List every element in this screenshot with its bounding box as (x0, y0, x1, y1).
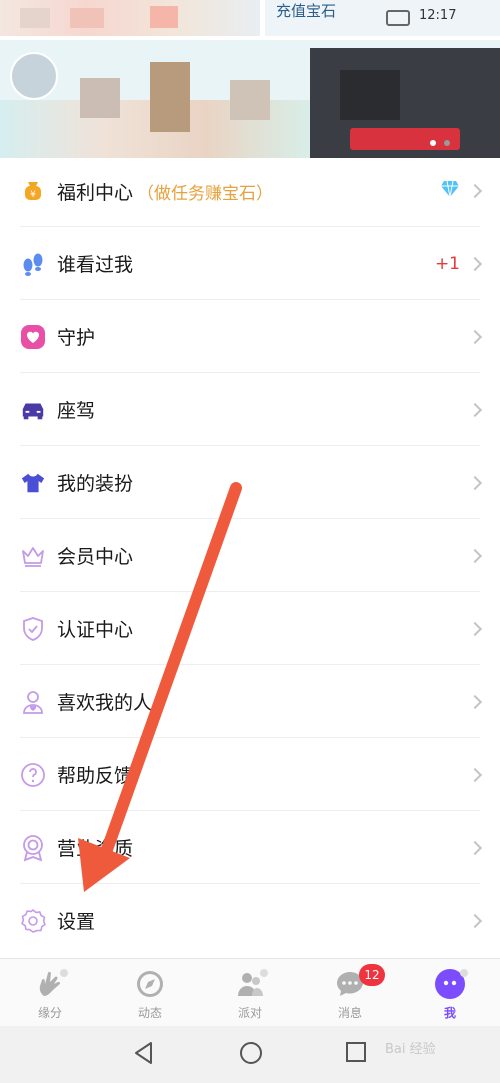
recharge-gem-text[interactable]: 充值宝石 (276, 0, 336, 21)
avatar[interactable] (10, 52, 58, 100)
menu-label: 设置 (57, 911, 96, 933)
chevron-right-icon (467, 402, 483, 417)
chevron-right-icon (467, 913, 483, 928)
unread-dot (60, 969, 68, 977)
pixel-block (20, 8, 50, 28)
chevron-right-icon (467, 548, 483, 563)
carousel-dot-active (430, 140, 436, 146)
menu-label: 帮助反馈 (57, 765, 134, 787)
recents-button[interactable] (344, 1040, 368, 1068)
pixel-block (80, 78, 120, 118)
gift-bag-icon: ¥ (20, 178, 46, 204)
menu-list: ¥ 福利中心 （做任务赚宝石） 谁看过我 +1 守护 座驾 我的装扮 会员中心 … (0, 155, 500, 957)
chevron-right-icon (467, 694, 483, 709)
menu-sublabel: （做任务赚宝石） (137, 183, 274, 204)
menu-label: 福利中心 （做任务赚宝石） (57, 181, 274, 204)
home-button[interactable] (238, 1040, 264, 1070)
shield-check-icon (20, 616, 46, 642)
pixel-block (150, 6, 178, 28)
svg-text:¥: ¥ (30, 190, 36, 200)
compass-icon (133, 967, 167, 1001)
footprints-icon (20, 251, 46, 277)
menu-label: 营业资质 (57, 838, 134, 860)
status-time: 12:17 (419, 8, 457, 23)
menu-item-settings[interactable]: 设置 (0, 884, 500, 957)
bottom-tab-bar: 缘分 动态 派对 12 消息 我 (0, 958, 500, 1026)
top-header: 充值宝石 12:17 (0, 0, 500, 40)
menu-item-my-outfit[interactable]: 我的装扮 (0, 446, 500, 519)
new-visitor-count: +1 (434, 253, 460, 274)
menu-label: 守护 (57, 327, 96, 349)
chevron-right-icon (467, 767, 483, 782)
menu-item-vip-center[interactable]: 会员中心 (0, 519, 500, 592)
tab-label: 我 (443, 1006, 456, 1020)
tab-messages[interactable]: 12 消息 (300, 959, 400, 1026)
menu-label: 会员中心 (57, 546, 134, 568)
pixel-block (150, 62, 190, 132)
tab-label: 缘分 (37, 1006, 62, 1020)
chevron-right-icon (467, 329, 483, 344)
pixel-block (340, 70, 400, 120)
pixel-block (70, 8, 104, 28)
tab-party[interactable]: 派对 (200, 959, 300, 1026)
question-icon (20, 762, 46, 788)
award-icon (20, 834, 46, 861)
menu-label: 我的装扮 (57, 473, 134, 495)
watermark: Bai 经验 (385, 1042, 436, 1057)
banner-red-block (350, 128, 460, 150)
tshirt-icon (20, 470, 46, 496)
carousel-dot (444, 140, 450, 146)
chevron-right-icon (467, 840, 483, 855)
menu-label: 谁看过我 (57, 254, 134, 276)
menu-item-who-viewed-me[interactable]: 谁看过我 +1 (0, 227, 500, 300)
person-heart-icon (20, 689, 46, 715)
battery-icon (386, 10, 410, 26)
menu-item-help-feedback[interactable]: 帮助反馈 (0, 738, 500, 811)
pixel-block (230, 80, 270, 120)
menu-item-welfare-center[interactable]: ¥ 福利中心 （做任务赚宝石） (0, 155, 500, 227)
tab-label: 动态 (137, 1006, 162, 1020)
heart-icon (20, 324, 46, 350)
tab-label: 派对 (237, 1006, 262, 1020)
unread-dot (460, 969, 468, 977)
car-icon (20, 397, 46, 423)
menu-item-business-license[interactable]: 营业资质 (0, 811, 500, 884)
menu-label: 认证中心 (57, 619, 134, 641)
chevron-right-icon (467, 256, 483, 271)
menu-item-vehicle[interactable]: 座驾 (0, 373, 500, 446)
menu-label: 喜欢我的人 (57, 692, 153, 714)
back-button[interactable] (132, 1040, 156, 1070)
tab-moments[interactable]: 动态 (100, 959, 200, 1026)
profile-banner[interactable] (0, 40, 500, 158)
diamond-icon (440, 180, 460, 202)
tab-label: 消息 (337, 1006, 362, 1020)
chevron-right-icon (467, 621, 483, 636)
tab-fate[interactable]: 缘分 (0, 959, 100, 1026)
gear-icon (20, 908, 46, 934)
unread-message-badge: 12 (359, 964, 385, 986)
menu-item-guard[interactable]: 守护 (0, 300, 500, 373)
crown-icon (20, 543, 46, 569)
menu-item-verification-center[interactable]: 认证中心 (0, 592, 500, 665)
menu-item-people-who-like-me[interactable]: 喜欢我的人 (0, 665, 500, 738)
chevron-right-icon (467, 475, 483, 490)
unread-dot (260, 969, 268, 977)
menu-label: 座驾 (57, 400, 96, 422)
chevron-right-icon (467, 183, 483, 199)
tab-me[interactable]: 我 (400, 959, 500, 1026)
